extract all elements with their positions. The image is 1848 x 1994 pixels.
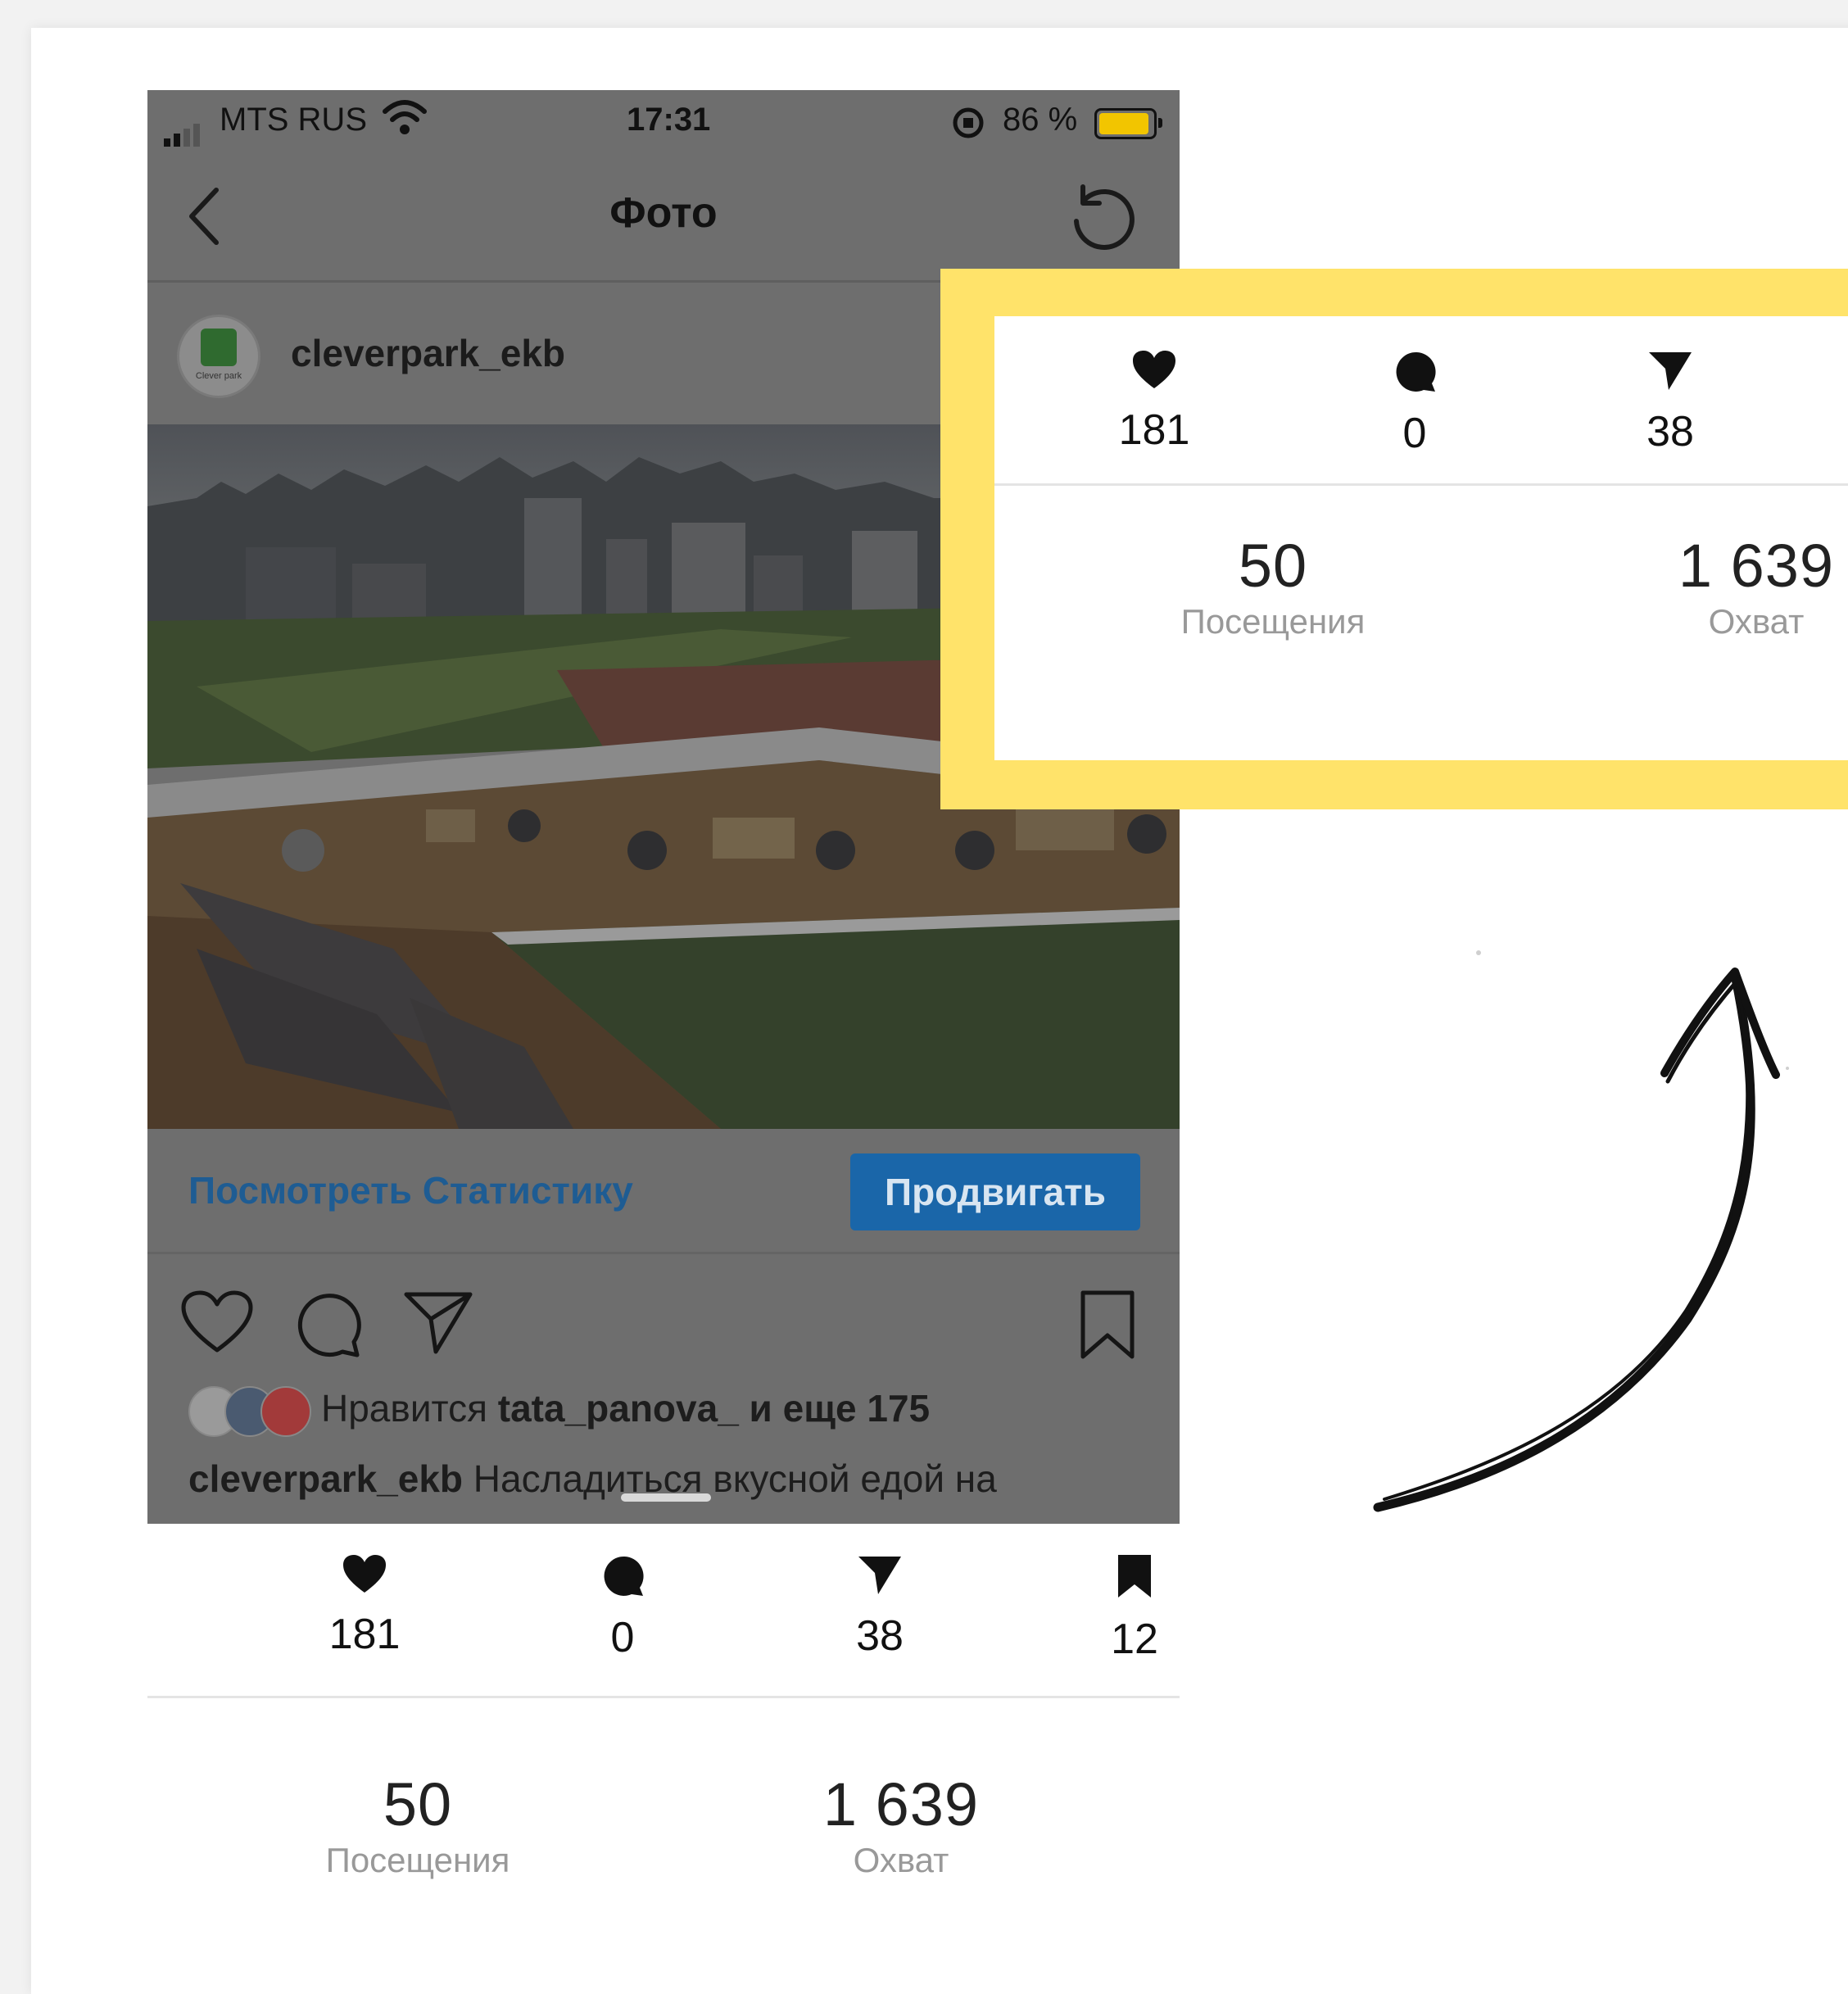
- liker-avatars: [188, 1386, 311, 1437]
- liked-by-line: Нравится tata_panova_ и еще 175: [188, 1386, 930, 1437]
- visits-label: Посещения: [325, 1841, 510, 1879]
- reach-label: Охват: [853, 1841, 949, 1879]
- clever-park-logo-icon: [201, 329, 237, 366]
- comments-count-zoomed: 0: [1402, 410, 1427, 457]
- shares-stat: 38: [798, 1553, 962, 1661]
- likes-user-link[interactable]: tata_panova_: [498, 1387, 739, 1430]
- saves-stat: 12: [1053, 1553, 1216, 1664]
- rotation-lock-icon: [953, 107, 984, 138]
- post-caption: cleverpark_ekb Насладиться вкусной едой …: [188, 1457, 997, 1501]
- status-bar: MTS RUS 17:31 86 %: [147, 90, 1180, 154]
- view-statistics-link[interactable]: Посмотреть Статистику: [188, 1168, 633, 1212]
- likes-stat-zoomed: 181: [1072, 349, 1236, 455]
- saves-count: 12: [1111, 1616, 1158, 1663]
- refresh-icon[interactable]: [1065, 179, 1139, 252]
- battery-fill: [1099, 113, 1149, 134]
- post-username[interactable]: cleverpark_ekb: [291, 331, 565, 375]
- signal-icon: [164, 110, 203, 147]
- nav-bar: Фото: [147, 154, 1180, 283]
- comment-bubble-icon: [604, 1556, 644, 1596]
- bookmark-icon: [1118, 1555, 1151, 1597]
- heart-icon: [343, 1555, 386, 1593]
- avatar: [260, 1386, 311, 1437]
- hand-drawn-arrow-icon: [1373, 968, 1780, 1512]
- paper-plane-icon: [858, 1557, 901, 1594]
- comment-bubble-icon: [1396, 351, 1436, 392]
- zoom-callout-content: 181 0 38 50 Посещения 1 639 Охват: [994, 316, 1848, 760]
- page-title: Фото: [609, 189, 718, 237]
- likes-prefix: Нравится: [321, 1387, 498, 1430]
- reach-stat: 1 639 Охват: [729, 1770, 1073, 1880]
- clock: 17:31: [627, 102, 711, 138]
- likes-stat: 181: [283, 1553, 446, 1659]
- caption-username[interactable]: cleverpark_ekb: [188, 1457, 463, 1500]
- shares-stat-zoomed: 38: [1588, 349, 1752, 456]
- comment-bubble-icon[interactable]: [293, 1289, 362, 1358]
- speck: [1476, 950, 1481, 955]
- visits-value: 50: [383, 1770, 453, 1838]
- paper-plane-icon: [1649, 352, 1692, 390]
- stats-divider-zoomed: [994, 483, 1848, 486]
- comments-stat-zoomed: 0: [1333, 349, 1497, 458]
- likes-count-text[interactable]: и еще 175: [739, 1387, 931, 1430]
- post-action-row: Посмотреть Статистику Продвигать: [147, 1129, 1180, 1254]
- promote-button[interactable]: Продвигать: [850, 1153, 1140, 1230]
- reach-stat-zoomed: 1 639 Охват: [1584, 531, 1848, 641]
- comments-count: 0: [610, 1614, 635, 1661]
- paper-plane-icon[interactable]: [403, 1289, 473, 1355]
- heart-icon[interactable]: [180, 1289, 254, 1355]
- shares-count: 38: [856, 1612, 904, 1660]
- visits-value-zoomed: 50: [1238, 532, 1308, 600]
- home-indicator: [621, 1493, 711, 1502]
- stats-divider: [147, 1696, 1180, 1698]
- reach-label-zoomed: Охват: [1708, 602, 1805, 641]
- likes-count: 181: [328, 1611, 401, 1658]
- visits-stat-zoomed: 50 Посещения: [1101, 531, 1445, 641]
- battery-icon: [1094, 108, 1162, 139]
- zoom-callout: 181 0 38 50 Посещения 1 639 Охват: [940, 269, 1848, 809]
- post-insights-panel: 181 0 38 12 50 Посещения 1 639 Охват: [147, 1524, 1180, 1933]
- caption-text: Насладиться вкусной едой на: [463, 1457, 997, 1500]
- likes-count-zoomed: 181: [1118, 406, 1190, 454]
- speck: [1786, 1067, 1789, 1070]
- post-icons-row: [147, 1253, 1180, 1376]
- reach-value-zoomed: 1 639: [1678, 532, 1835, 600]
- bookmark-icon[interactable]: [1078, 1289, 1137, 1360]
- avatar-brand-text: Clever park: [195, 371, 242, 381]
- visits-label-zoomed: Посещения: [1180, 602, 1366, 641]
- wifi-icon: [383, 100, 427, 134]
- avatar[interactable]: Clever park: [177, 315, 260, 398]
- shares-count-zoomed: 38: [1646, 408, 1694, 455]
- carrier-name: MTS RUS: [220, 102, 367, 138]
- battery-percent: 86 %: [1003, 102, 1078, 138]
- reach-value: 1 639: [822, 1770, 980, 1838]
- heart-icon: [1133, 351, 1175, 388]
- comments-stat: 0: [541, 1553, 704, 1662]
- visits-stat: 50 Посещения: [246, 1770, 590, 1880]
